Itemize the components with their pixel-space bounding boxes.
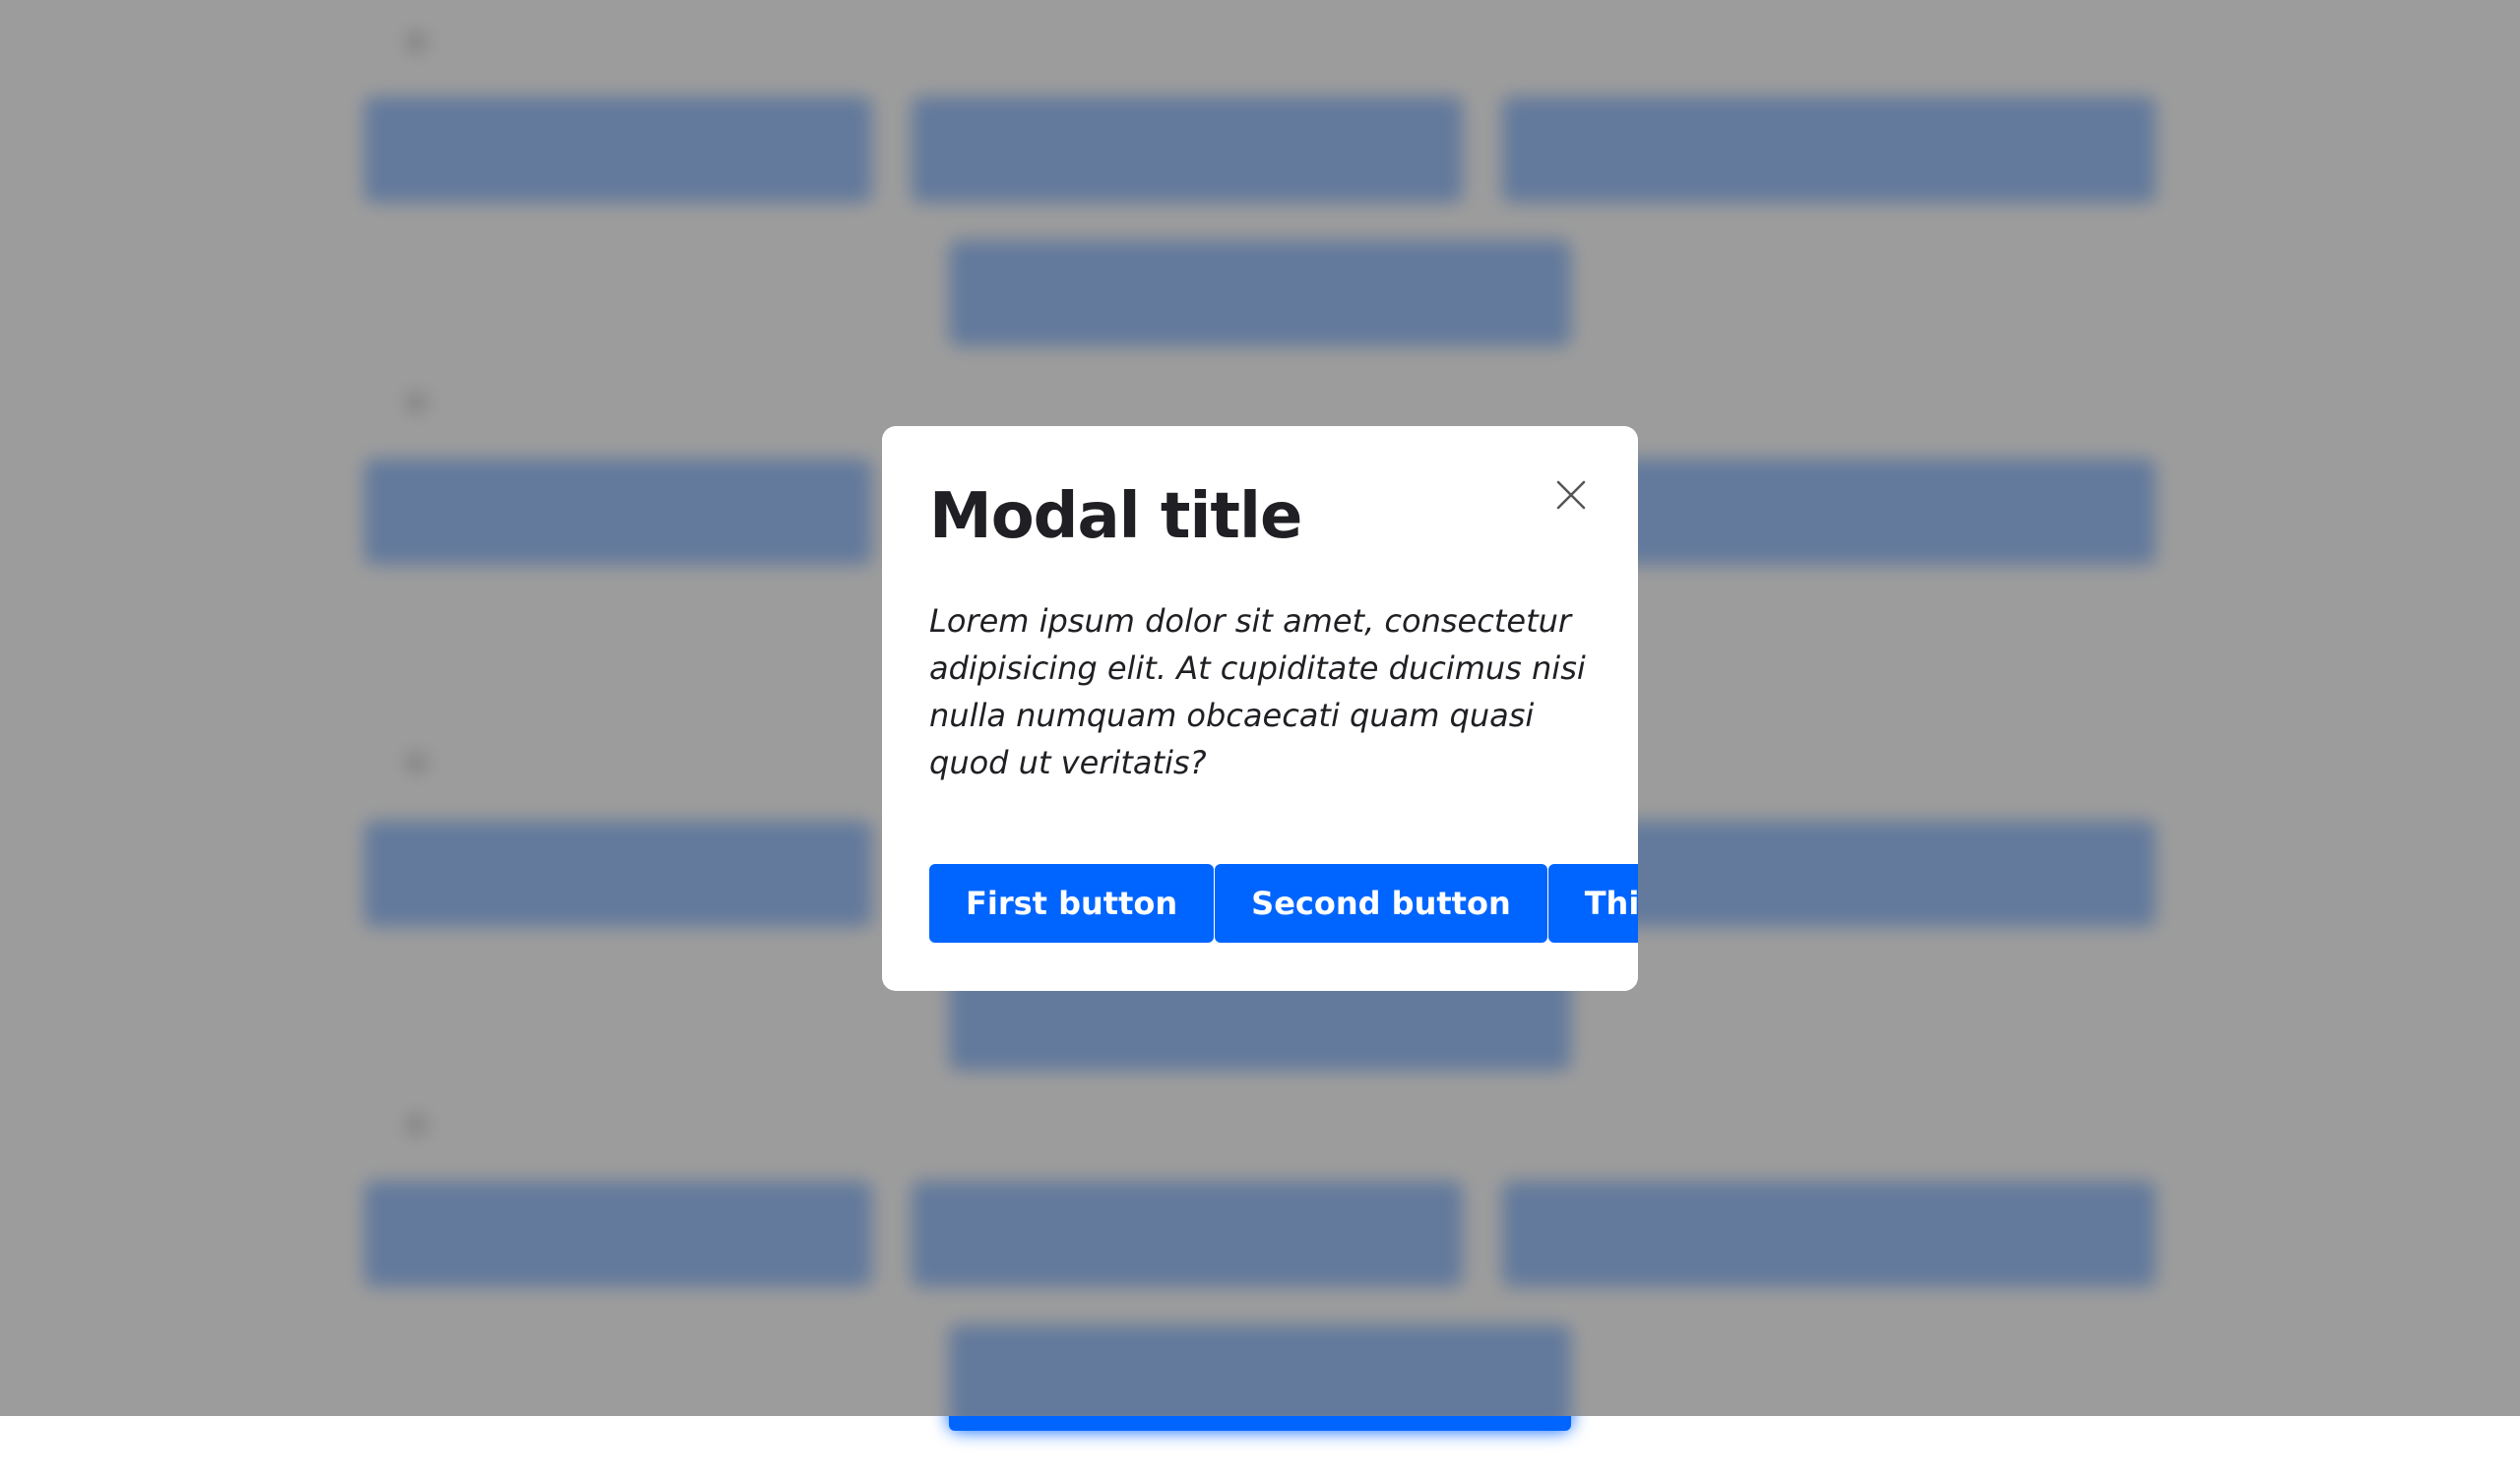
close-icon [1556,480,1586,510]
modal-title: Modal title [929,480,1302,553]
modal-dialog: Modal title Lorem ipsum dolor sit amet, … [882,426,1638,991]
third-button[interactable]: Third button [1547,864,1638,943]
modal-button-row: First button Second button Third button [929,864,1638,943]
modal-body-text: Lorem ipsum dolor sit amet, consectetur … [929,602,1586,781]
first-button[interactable]: First button [929,864,1215,943]
modal-close-button[interactable] [1544,467,1599,523]
background-button-edge [949,1416,1571,1431]
page: Modal title Lorem ipsum dolor sit amet, … [0,0,2520,1480]
second-button[interactable]: Second button [1215,864,1547,943]
